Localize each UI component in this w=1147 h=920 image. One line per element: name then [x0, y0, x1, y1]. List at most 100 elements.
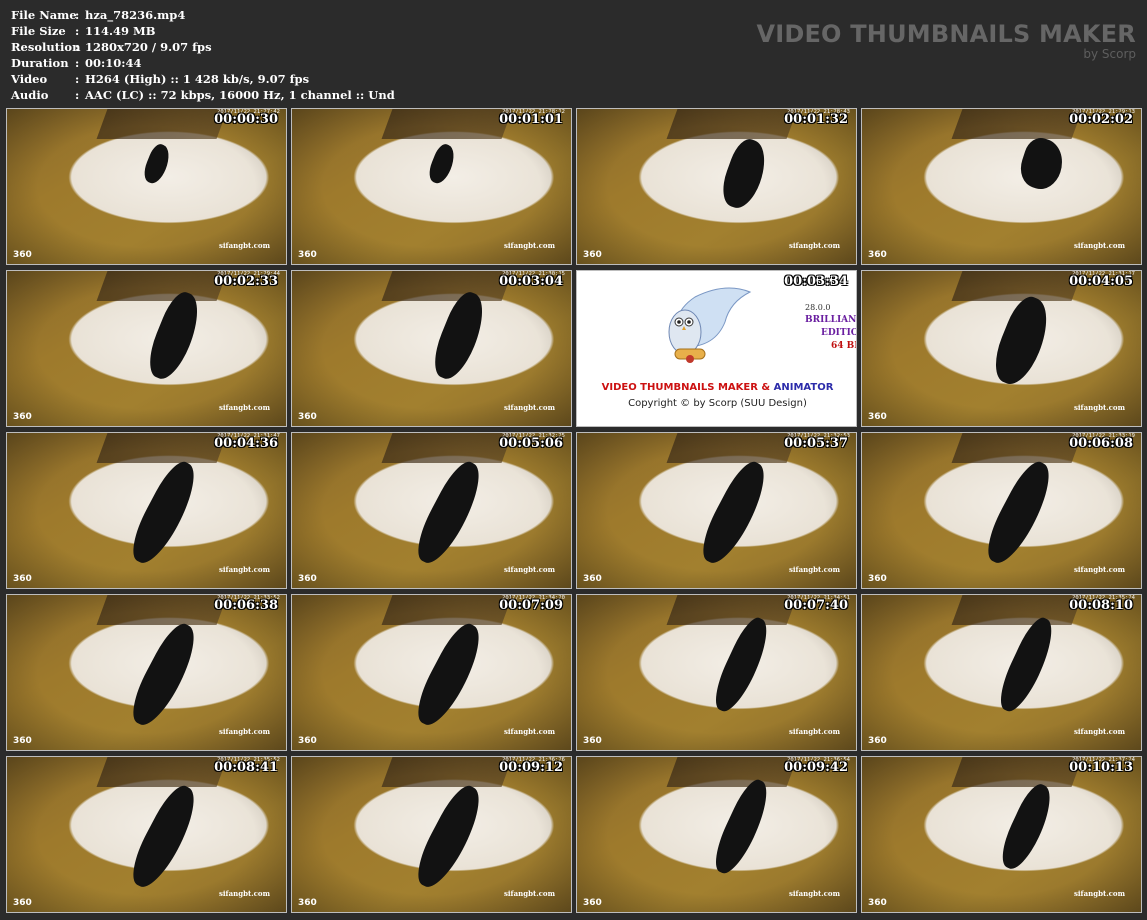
- watermark: sifangbt.com: [503, 889, 555, 898]
- video-thumbnail[interactable]: 2017/11/22 21:32:53 00:05:37 360 sifangbt.c…: [576, 432, 857, 589]
- watermark: sifangbt.com: [503, 241, 555, 250]
- meta-value: H264 (High) :: 1 428 kb/s, 9.07 fps: [85, 72, 310, 86]
- meta-key: Resolution: [11, 40, 81, 54]
- watermark: sifangbt.com: [788, 727, 840, 736]
- watermark: sifangbt.com: [503, 727, 555, 736]
- meta-separator: :: [75, 56, 80, 70]
- video-thumbnail[interactable]: 2017/11/22 21:36:26 00:09:12 360 sifangbt.c…: [291, 756, 572, 913]
- thumbnail-grid: 2017/11/22 21:27:42 00:00:30 360 sifangbt.c…: [6, 108, 1142, 918]
- meta-key: File Size: [11, 24, 66, 38]
- camera-360-logo: 360: [13, 898, 32, 908]
- timestamp: 00:04:05: [1069, 274, 1133, 289]
- watermark: sifangbt.com: [1073, 403, 1125, 412]
- file-metadata: File Name: hza_78236.mp4 File Size:114.49 …: [11, 7, 395, 103]
- video-thumbnail[interactable]: 2017/11/22 21:33:52 00:06:38 360 sifangbt.c…: [6, 594, 287, 751]
- meta-value: 1280x720 / 9.07 fps: [85, 40, 212, 54]
- camera-360-logo: 360: [13, 736, 32, 746]
- timestamp: 00:09:42: [784, 760, 848, 775]
- meta-key: Video: [11, 72, 48, 86]
- brand-subtitle: by Scorp: [1083, 47, 1136, 61]
- meta-separator: :: [75, 72, 80, 86]
- watermark: sifangbt.com: [218, 403, 270, 412]
- timestamp: 00:05:06: [499, 436, 563, 451]
- meta-value: hza_78236.mp4: [85, 8, 186, 22]
- watermark: sifangbt.com: [788, 241, 840, 250]
- promo-edition: 28.0.0 BRILLIANC EDITIO 64 BI: [805, 301, 857, 353]
- promo-title-animator: ANIMATOR: [773, 382, 834, 393]
- camera-360-logo: 360: [583, 898, 602, 908]
- video-thumbnail[interactable]: 2017/11/22 21:36:54 00:09:42 360 sifangbt.c…: [576, 756, 857, 913]
- timestamp: 00:07:40: [784, 598, 848, 613]
- camera-360-logo: 360: [298, 574, 317, 584]
- meta-value: AAC (LC) :: 72 kbps, 16000 Hz, 1 channel…: [85, 88, 395, 102]
- camera-360-logo: 360: [868, 250, 887, 260]
- camera-360-logo: 360: [13, 574, 32, 584]
- camera-360-logo: 360: [298, 736, 317, 746]
- timestamp: 00:06:38: [214, 598, 278, 613]
- promo-version: 28.0.0: [805, 303, 831, 312]
- meta-separator: :: [75, 24, 80, 38]
- promo-thumbnail[interactable]: VIDEO THUMBNAILS MAKER & ANIMATOR Copyrig…: [576, 270, 857, 427]
- video-thumbnail[interactable]: 2017/11/22 21:27:42 00:00:30 360 sifangbt.c…: [6, 108, 287, 265]
- promo-edition-line: BRILLIANC: [805, 315, 857, 325]
- video-thumbnail[interactable]: 2017/11/22 21:37:24 00:10:13 360 sifangbt.c…: [861, 756, 1142, 913]
- meta-row: Duration:00:10:44: [11, 55, 395, 71]
- meta-key: Audio: [11, 88, 49, 102]
- video-thumbnail[interactable]: 2017/11/22 21:32:25 00:05:06 360 sifangbt.c…: [291, 432, 572, 589]
- promo-copyright: Copyright © by Scorp (SUU Design): [628, 398, 807, 409]
- timestamp: 00:01:32: [784, 112, 848, 127]
- meta-row: Resolution:1280x720 / 9.07 fps: [11, 39, 395, 55]
- video-thumbnail[interactable]: 2017/11/22 21:28:43 00:01:32 360 sifangbt.c…: [576, 108, 857, 265]
- video-thumbnail[interactable]: 2017/11/22 21:34:20 00:07:09 360 sifangbt.c…: [291, 594, 572, 751]
- meta-separator: :: [75, 8, 80, 22]
- meta-separator: :: [75, 40, 80, 54]
- video-thumbnail[interactable]: 2017/11/22 21:28:12 00:01:01 360 sifangbt.c…: [291, 108, 572, 265]
- meta-row: Video: H264 (High) :: 1 428 kb/s, 9.07 fp…: [11, 71, 395, 87]
- meta-separator: :: [75, 88, 80, 102]
- timestamp: 00:10:13: [1069, 760, 1133, 775]
- camera-360-logo: 360: [583, 736, 602, 746]
- camera-360-logo: 360: [298, 412, 317, 422]
- brand-title: VIDEO THUMBNAILS MAKER: [756, 20, 1136, 48]
- meta-value: 114.49 MB: [85, 24, 156, 38]
- watermark: sifangbt.com: [503, 403, 555, 412]
- promo-title-amp: &: [757, 382, 774, 393]
- video-thumbnail[interactable]: 2017/11/22 21:35:52 00:08:41 360 sifangbt.c…: [6, 756, 287, 913]
- meta-key: File Name: [11, 8, 77, 22]
- video-thumbnail[interactable]: 2017/11/22 21:33:19 00:06:08 360 sifangbt.c…: [861, 432, 1142, 589]
- timestamp: 00:01:01: [499, 112, 563, 127]
- timestamp: 00:09:12: [499, 760, 563, 775]
- timestamp: 00:00:30: [214, 112, 278, 127]
- meta-row: File Name: hza_78236.mp4: [11, 7, 395, 23]
- camera-360-logo: 360: [868, 898, 887, 908]
- watermark: sifangbt.com: [503, 565, 555, 574]
- meta-row: Audio: AAC (LC) :: 72 kbps, 16000 Hz, 1 c…: [11, 87, 395, 103]
- camera-360-logo: 360: [868, 412, 887, 422]
- brand-logo: VIDEO THUMBNAILS MAKER by Scorp: [756, 20, 1136, 60]
- video-thumbnail[interactable]: 2017/11/22 21:29:13 00:02:02 360 sifangbt.c…: [861, 108, 1142, 265]
- camera-360-logo: 360: [583, 574, 602, 584]
- camera-360-logo: 360: [13, 412, 32, 422]
- camera-360-logo: 360: [868, 736, 887, 746]
- video-thumbnail[interactable]: 2017/11/22 21:35:24 00:08:10 360 sifangbt.c…: [861, 594, 1142, 751]
- watermark: sifangbt.com: [788, 889, 840, 898]
- info-header: File Name: hza_78236.mp4 File Size:114.49 …: [0, 0, 1147, 108]
- camera-360-logo: 360: [298, 250, 317, 260]
- camera-360-logo: 360: [13, 250, 32, 260]
- timestamp: 00:02:02: [1069, 112, 1133, 127]
- video-thumbnail[interactable]: 2017/11/22 21:31:47 00:04:36 360 sifangbt.c…: [6, 432, 287, 589]
- timestamp: 00:06:08: [1069, 436, 1133, 451]
- video-thumbnail[interactable]: 2017/11/22 21:34:51 00:07:40 360 sifangbt.c…: [576, 594, 857, 751]
- video-thumbnail[interactable]: 2017/11/22 21:30:15 00:03:04 360 sifangbt.c…: [291, 270, 572, 427]
- timestamp: 00:03:04: [499, 274, 563, 289]
- watermark: sifangbt.com: [1073, 889, 1125, 898]
- video-thumbnail[interactable]: 2017/11/22 21:29:44 00:02:33 360 sifangbt.c…: [6, 270, 287, 427]
- timestamp: 00:02:33: [214, 274, 278, 289]
- promo-edition-line: EDITIO: [821, 328, 857, 338]
- camera-360-logo: 360: [868, 574, 887, 584]
- watermark: sifangbt.com: [1073, 241, 1125, 250]
- watermark: sifangbt.com: [218, 241, 270, 250]
- watermark: sifangbt.com: [218, 565, 270, 574]
- video-thumbnail[interactable]: 2017/11/22 21:31:17 00:04:05 360 sifangbt.c…: [861, 270, 1142, 427]
- meta-key: Duration: [11, 56, 69, 70]
